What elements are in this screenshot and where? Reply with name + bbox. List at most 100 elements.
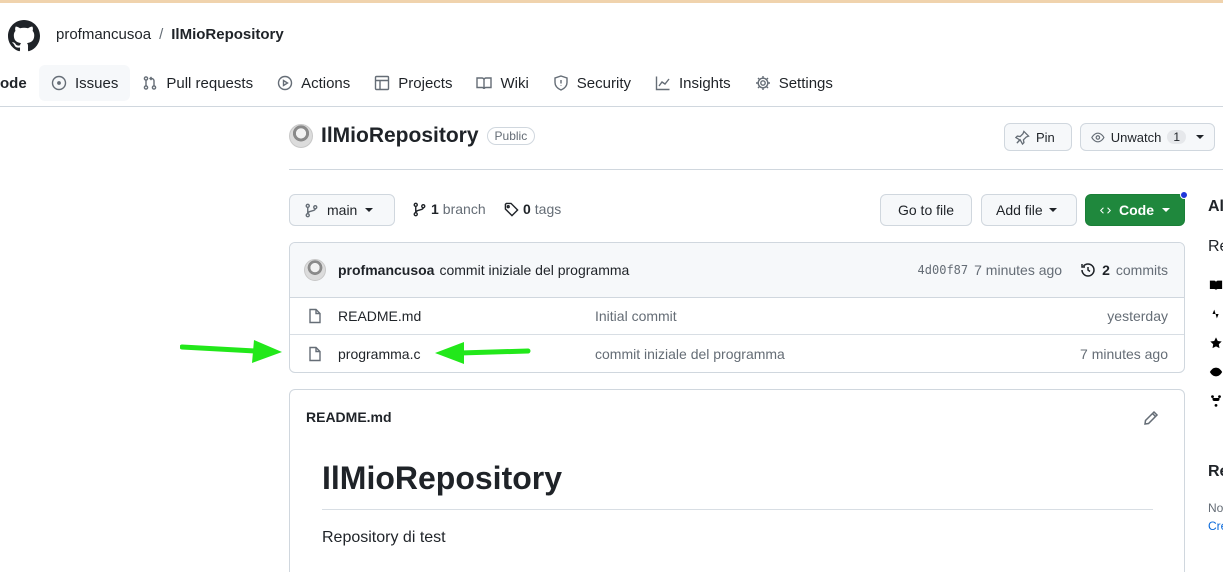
chevron-down-icon <box>1162 208 1170 212</box>
pin-button[interactable]: Pin <box>1004 123 1072 151</box>
file-row[interactable]: README.md Initial commit yesterday <box>290 298 1184 335</box>
git-branch-icon <box>413 202 426 216</box>
star-icon <box>1210 337 1222 349</box>
issue-opened-icon <box>51 75 67 91</box>
tags-link[interactable]: 0 tags <box>504 201 561 217</box>
tab-wiki[interactable]: Wiki <box>464 65 540 101</box>
heading-divider <box>322 509 1153 510</box>
play-icon <box>277 75 293 91</box>
tag-label: tags <box>534 201 562 217</box>
tab-insights[interactable]: Insights <box>643 65 743 101</box>
tab-settings-label: Settings <box>778 74 833 92</box>
code-icon <box>1100 206 1111 214</box>
branch-name: main <box>327 202 358 218</box>
repo-header: profmancusoa / IlMioRepository ode Issue… <box>0 3 1223 107</box>
chevron-down-icon <box>365 208 374 212</box>
eye-icon <box>1209 367 1223 377</box>
tab-pull-requests[interactable]: Pull requests <box>130 65 265 101</box>
tab-actions[interactable]: Actions <box>265 65 362 101</box>
repo-forked-icon <box>1211 395 1221 407</box>
tab-settings[interactable]: Settings <box>743 65 845 101</box>
branches-link[interactable]: 1 branch <box>412 201 486 217</box>
breadcrumb-separator: / <box>159 26 164 43</box>
file-icon <box>309 346 321 361</box>
chevron-down-icon <box>1196 135 1204 139</box>
shield-icon <box>554 75 568 91</box>
file-name[interactable]: README.md <box>338 308 421 324</box>
tag-count: 0 <box>523 201 531 217</box>
create-release-link[interactable]: Cre <box>1208 519 1223 533</box>
tab-code[interactable]: ode <box>0 65 35 101</box>
readme-panel: README.md IlMioRepository Repository di … <box>289 389 1185 572</box>
readme-filename[interactable]: README.md <box>306 409 392 425</box>
branch-count: 1 <box>431 201 439 217</box>
graph-icon <box>655 76 670 91</box>
file-list: profmancusoa commit iniziale del program… <box>289 242 1185 373</box>
tab-security[interactable]: Security <box>541 65 643 101</box>
header-divider <box>289 169 1223 170</box>
history-icon <box>1081 263 1095 277</box>
about-description: Re <box>1208 238 1223 255</box>
readme-heading: IlMioRepository <box>322 460 563 496</box>
commit-author-avatar[interactable] <box>304 259 326 281</box>
tab-security-label: Security <box>576 74 631 92</box>
code-button[interactable]: Code <box>1085 194 1185 226</box>
repo-tabs: ode Issues Pull requests Actions Project… <box>0 65 845 107</box>
code-button-label: Code <box>1119 202 1154 218</box>
commit-sha[interactable]: 4d00f87 <box>918 263 969 277</box>
commit-author[interactable]: profmancusoa <box>338 262 434 278</box>
go-to-file-label: Go to file <box>897 202 955 218</box>
file-commit-message[interactable]: commit iniziale del programma <box>595 346 785 362</box>
latest-commit-row: profmancusoa commit iniziale del program… <box>290 243 1184 298</box>
owner-link[interactable]: profmancusoa <box>56 26 151 43</box>
file-icon <box>309 308 321 324</box>
unwatch-button[interactable]: Unwatch 1 <box>1080 123 1215 151</box>
go-to-file-button[interactable]: Go to file <box>880 194 972 226</box>
tab-insights-label: Insights <box>678 74 731 92</box>
commit-meta: 4d00f87 7 minutes ago 2 commits <box>918 262 1168 278</box>
tab-pull-requests-label: Pull requests <box>166 74 254 92</box>
readme-body: Repository di test <box>322 529 446 546</box>
breadcrumb: profmancusoa / IlMioRepository <box>56 26 284 43</box>
visibility-badge: Public <box>486 127 536 145</box>
commit-count-label[interactable]: commits <box>1116 262 1168 278</box>
annotation-arrow-icon <box>435 342 531 364</box>
file-name[interactable]: programma.c <box>338 346 420 362</box>
chevron-down-icon <box>1048 208 1057 212</box>
tab-code-label: ode <box>0 74 27 92</box>
eye-icon <box>1091 132 1105 142</box>
commit-age: 7 minutes ago <box>974 262 1063 278</box>
table-icon <box>375 75 390 91</box>
branch-label: branch <box>442 201 486 217</box>
commit-message[interactable]: commit iniziale del programma <box>439 262 629 278</box>
tab-issues[interactable]: Issues <box>39 65 131 101</box>
tab-issues-label: Issues <box>75 74 119 92</box>
add-file-label: Add file <box>996 202 1043 218</box>
file-row[interactable]: programma.c commit iniziale del programm… <box>290 335 1184 372</box>
repo-title[interactable]: IlMioRepository <box>321 124 479 148</box>
gear-icon <box>755 76 770 90</box>
file-age: 7 minutes ago <box>1080 345 1168 362</box>
repo-link[interactable]: IlMioRepository <box>171 26 284 43</box>
file-commit-message[interactable]: Initial commit <box>595 308 677 324</box>
add-file-button[interactable]: Add file <box>981 194 1077 226</box>
branch-select-button[interactable]: main <box>289 194 395 226</box>
annotation-arrow-icon <box>180 340 282 363</box>
tab-wiki-label: Wiki <box>500 74 529 92</box>
owner-avatar[interactable] <box>289 124 313 148</box>
git-pull-request-icon <box>144 76 157 90</box>
git-branch-icon <box>305 203 318 217</box>
about-heading: Al <box>1208 198 1223 215</box>
pin-label: Pin <box>1036 129 1055 145</box>
github-logo-icon[interactable] <box>8 20 40 52</box>
watch-count: 1 <box>1167 130 1186 144</box>
tab-projects[interactable]: Projects <box>362 65 464 101</box>
no-releases-text: No <box>1208 501 1223 515</box>
commit-count[interactable]: 2 <box>1102 262 1110 278</box>
notification-dot <box>1180 191 1188 199</box>
edit-readme-button[interactable] <box>1143 410 1161 428</box>
tag-icon <box>504 202 519 217</box>
pin-icon <box>1015 129 1030 145</box>
releases-heading: Re <box>1208 463 1223 480</box>
book-icon <box>476 77 493 90</box>
